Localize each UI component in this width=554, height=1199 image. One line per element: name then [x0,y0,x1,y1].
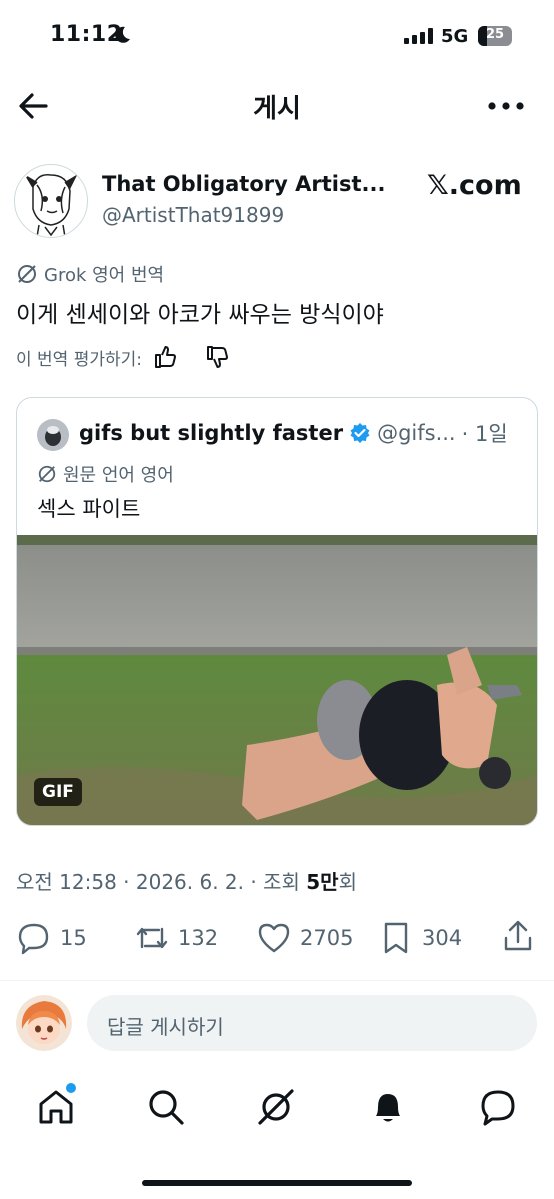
page-title: 게시 [253,94,301,124]
reply-button[interactable]: 15 [16,920,87,956]
post-meta: 오전 12:58 · 2026. 6. 2. · 조회 5만회 [16,866,357,895]
battery-icon: 25 [478,26,512,46]
view-suffix: 회 [338,870,357,894]
reply-placeholder: 답글 게시하기 [107,1015,224,1039]
moon-icon [115,26,130,43]
share-icon[interactable] [500,918,536,954]
quote-text: 섹스 파이트 [37,497,141,521]
view-count: 5만 [306,870,339,894]
quote-avatar[interactable] [37,419,69,451]
quote-time: · 1일 [461,422,508,446]
quote-lang-text: 원문 언어 영어 [63,465,174,486]
quote-author-name[interactable]: gifs but slightly faster [79,421,343,445]
post-datetime: 오전 12:58 · 2026. 6. 2. · 조회 [16,870,300,894]
reply-input[interactable]: 답글 게시하기 [87,995,537,1051]
notifications-icon[interactable] [368,1087,408,1127]
network-label: 5G [441,26,469,47]
thumbs-down-icon[interactable] [204,344,230,370]
author-name[interactable]: That Obligatory Artist... [102,172,385,196]
gif-media[interactable]: GIF [17,535,537,825]
home-indicator [142,1180,412,1186]
heart-icon [258,923,290,953]
repost-button[interactable]: 132 [134,920,218,956]
quote-header: gifs but slightly faster @gifs... · 1일 [79,418,508,448]
anime-avatar-icon [16,995,72,1051]
my-avatar[interactable] [16,995,72,1051]
thumbs-up-icon[interactable] [152,344,178,370]
x-watermark: 𝕏.com [427,170,522,201]
quote-avatar-icon [37,419,69,451]
verified-badge-icon [350,423,370,443]
repost-count: 132 [178,926,219,950]
quoted-post[interactable]: gifs but slightly faster @gifs... · 1일 원… [16,397,538,826]
like-count: 2705 [300,926,354,950]
rate-label: 이 번역 평가하기: [16,349,143,370]
bookmark-icon [384,922,408,954]
author-handle[interactable]: @ArtistThat91899 [102,203,284,227]
rate-translation-row: 이 번역 평가하기: [16,344,230,370]
sketch-avatar-icon [26,174,78,237]
gif-frame-image [17,535,537,825]
grok-icon [38,465,56,483]
tweet-text: 이게 센세이와 아코가 싸우는 방식이야 [16,302,384,328]
quote-language-label: 원문 언어 영어 [37,461,174,487]
bookmark-button[interactable]: 304 [378,920,462,956]
grok-icon[interactable] [256,1087,296,1127]
author-avatar[interactable] [14,164,88,238]
home-notification-dot [64,1081,78,1095]
repost-icon [136,927,168,949]
back-arrow-icon[interactable] [16,88,52,124]
grok-icon [18,265,36,283]
bookmark-count: 304 [422,926,463,950]
messages-icon[interactable] [478,1087,518,1127]
divider [0,980,554,981]
more-icon[interactable] [486,94,526,118]
reply-icon [18,923,49,955]
signal-icon [404,28,434,44]
quote-author-handle[interactable]: @gifs... [377,421,456,445]
like-button[interactable]: 2705 [256,920,353,956]
grok-translation-label: Grok 영어 번역 [16,261,164,287]
grok-label-text: Grok 영어 번역 [44,265,165,286]
gif-badge: GIF [34,778,82,806]
battery-level: 25 [485,27,505,42]
reply-count: 15 [60,926,87,950]
search-icon[interactable] [146,1087,186,1127]
